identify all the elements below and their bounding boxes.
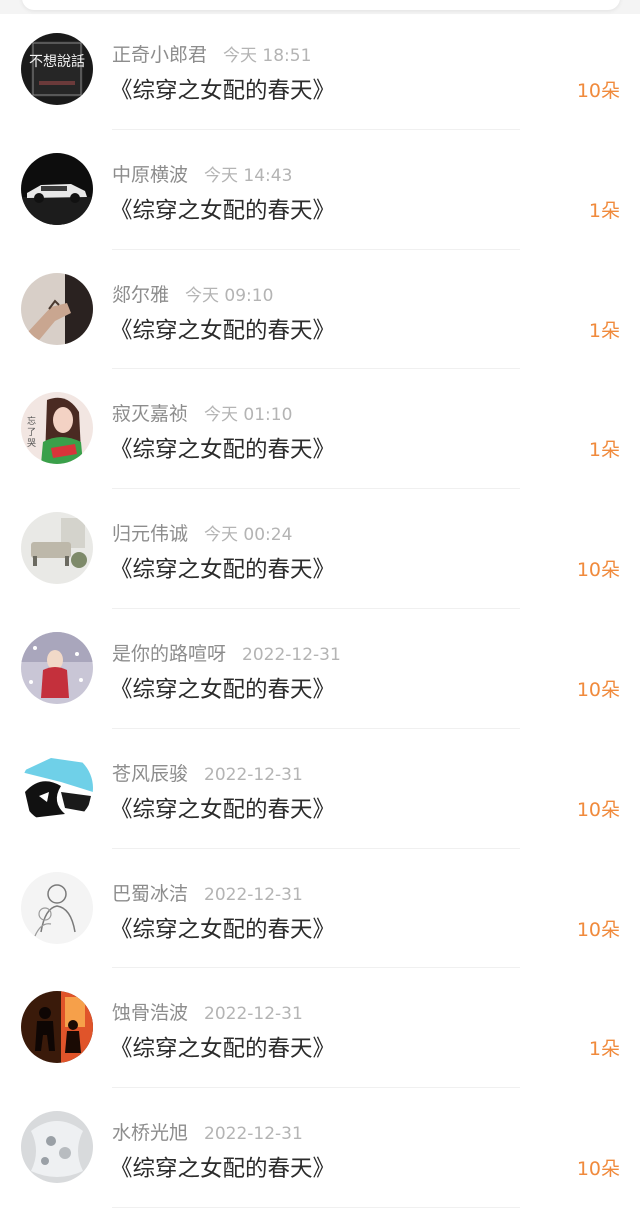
user-name[interactable]: 郯尔雅 今天 09:10 <box>112 280 273 307</box>
divider <box>112 1206 520 1208</box>
timestamp: 2022-12-31 <box>204 884 303 905</box>
book-title[interactable]: 《综穿之女配的春天》 <box>110 912 335 944</box>
book-title[interactable]: 《综穿之女配的春天》 <box>110 672 335 704</box>
list-item[interactable]: 不想說話 正奇小郎君 今天 18:51 《综穿之女配的春天》 10朵 <box>0 10 640 130</box>
timestamp: 2022-12-31 <box>204 1124 303 1145</box>
timestamp: 今天 18:51 <box>223 46 312 66</box>
book-title[interactable]: 《综穿之女配的春天》 <box>110 552 335 584</box>
gift-amount: 10朵 <box>576 559 620 582</box>
book-title[interactable]: 《综穿之女配的春天》 <box>110 73 335 105</box>
user-name-text: 归元伟诚 <box>112 523 189 546</box>
timestamp: 今天 00:24 <box>204 525 293 546</box>
book-title[interactable]: 《综穿之女配的春天》 <box>110 1151 335 1183</box>
gift-record-list: 不想說話 正奇小郎君 今天 18:51 《综穿之女配的春天》 10朵 中原横波 今天… <box>0 10 640 1208</box>
user-name[interactable]: 正奇小郎君 今天 18:51 <box>112 40 311 67</box>
sketch-avatar-icon[interactable] <box>21 871 93 944</box>
gift-amount: 1朵 <box>588 439 620 462</box>
user-name[interactable]: 中原横波 今天 14:43 <box>112 160 292 187</box>
list-item[interactable]: 归元伟诚 今天 00:24 《综穿之女配的春天》 10朵 <box>0 489 640 609</box>
gift-amount: 1朵 <box>588 319 620 342</box>
hand-avatar-icon[interactable] <box>21 272 93 345</box>
user-name[interactable]: 蚀骨浩波 2022-12-31 <box>112 998 303 1025</box>
car-avatar-icon[interactable] <box>21 152 93 225</box>
user-name-text: 巴蜀冰洁 <box>112 882 189 905</box>
book-title[interactable]: 《综穿之女配的春天》 <box>110 313 335 345</box>
silhouette-avatar-icon[interactable] <box>21 991 93 1064</box>
timestamp: 今天 01:10 <box>204 405 293 426</box>
user-name[interactable]: 寂灭嘉祯 今天 01:10 <box>112 399 292 426</box>
list-item[interactable]: 蚀骨浩波 2022-12-31 《综穿之女配的春天》 1朵 <box>0 968 640 1089</box>
timestamp: 2022-12-31 <box>242 644 341 665</box>
user-name-text: 寂灭嘉祯 <box>112 403 189 426</box>
book-title[interactable]: 《综穿之女配的春天》 <box>110 193 335 225</box>
gift-amount: 10朵 <box>576 80 620 102</box>
top-card <box>22 0 620 10</box>
gift-amount: 10朵 <box>576 798 620 821</box>
gift-amount: 10朵 <box>576 678 620 701</box>
list-item[interactable]: 是你的路喧呀 2022-12-31 《综穿之女配的春天》 10朵 <box>0 609 640 729</box>
list-item[interactable]: 巴蜀冰洁 2022-12-31 《综穿之女配的春天》 10朵 <box>0 849 640 969</box>
anime-avatar-icon[interactable] <box>21 751 93 824</box>
gift-amount: 1朵 <box>588 199 620 222</box>
user-name-text: 中原横波 <box>112 163 189 186</box>
book-title[interactable]: 《综穿之女配的春天》 <box>110 792 335 824</box>
user-name[interactable]: 水桥光旭 2022-12-31 <box>112 1118 303 1145</box>
gift-amount: 10朵 <box>576 918 620 941</box>
book-title[interactable]: 《综穿之女配的春天》 <box>110 1031 335 1063</box>
avatar-text-side: 忘了哭 <box>27 415 36 449</box>
girl-avatar-icon[interactable]: 忘了哭 <box>21 392 93 465</box>
user-name-text: 水桥光旭 <box>112 1122 189 1145</box>
timestamp: 2022-12-31 <box>204 1004 303 1025</box>
list-item[interactable]: 水桥光旭 2022-12-31 《综穿之女配的春天》 10朵 <box>0 1088 640 1208</box>
user-name-text: 是你的路喧呀 <box>112 642 227 665</box>
list-item[interactable]: 忘了哭 寂灭嘉祯 今天 01:10 《综穿之女配的春天》 1朵 <box>0 369 640 490</box>
timestamp: 2022-12-31 <box>204 764 303 785</box>
user-name[interactable]: 苍风辰骏 2022-12-31 <box>112 759 303 786</box>
book-title[interactable]: 《综穿之女配的春天》 <box>110 432 335 464</box>
gift-amount: 10朵 <box>576 1158 620 1181</box>
list-item[interactable]: 郯尔雅 今天 09:10 《综穿之女配的春天》 1朵 <box>0 250 640 370</box>
list-item[interactable]: 中原横波 今天 14:43 《综穿之女配的春天》 1朵 <box>0 130 640 250</box>
user-name[interactable]: 归元伟诚 今天 00:24 <box>112 519 292 546</box>
user-name-text: 苍风辰骏 <box>112 762 189 785</box>
user-name[interactable]: 巴蜀冰洁 2022-12-31 <box>112 879 303 906</box>
timestamp: 今天 14:43 <box>204 165 293 186</box>
timestamp: 今天 09:10 <box>185 285 274 306</box>
text-avatar-icon[interactable]: 不想說話 <box>21 33 93 105</box>
user-name-text: 郯尔雅 <box>112 283 170 306</box>
user-name-text: 正奇小郎君 <box>112 44 208 66</box>
user-name-text: 蚀骨浩波 <box>112 1002 189 1025</box>
user-name[interactable]: 是你的路喧呀 2022-12-31 <box>112 639 341 666</box>
avatar-text-top: 不想說話 <box>29 53 85 70</box>
snow-avatar-icon[interactable] <box>21 631 93 704</box>
room-avatar-icon[interactable] <box>21 512 93 585</box>
lace-avatar-icon[interactable] <box>21 1111 93 1184</box>
list-item[interactable]: 苍风辰骏 2022-12-31 《综穿之女配的春天》 10朵 <box>0 729 640 849</box>
gift-amount: 1朵 <box>588 1038 620 1061</box>
